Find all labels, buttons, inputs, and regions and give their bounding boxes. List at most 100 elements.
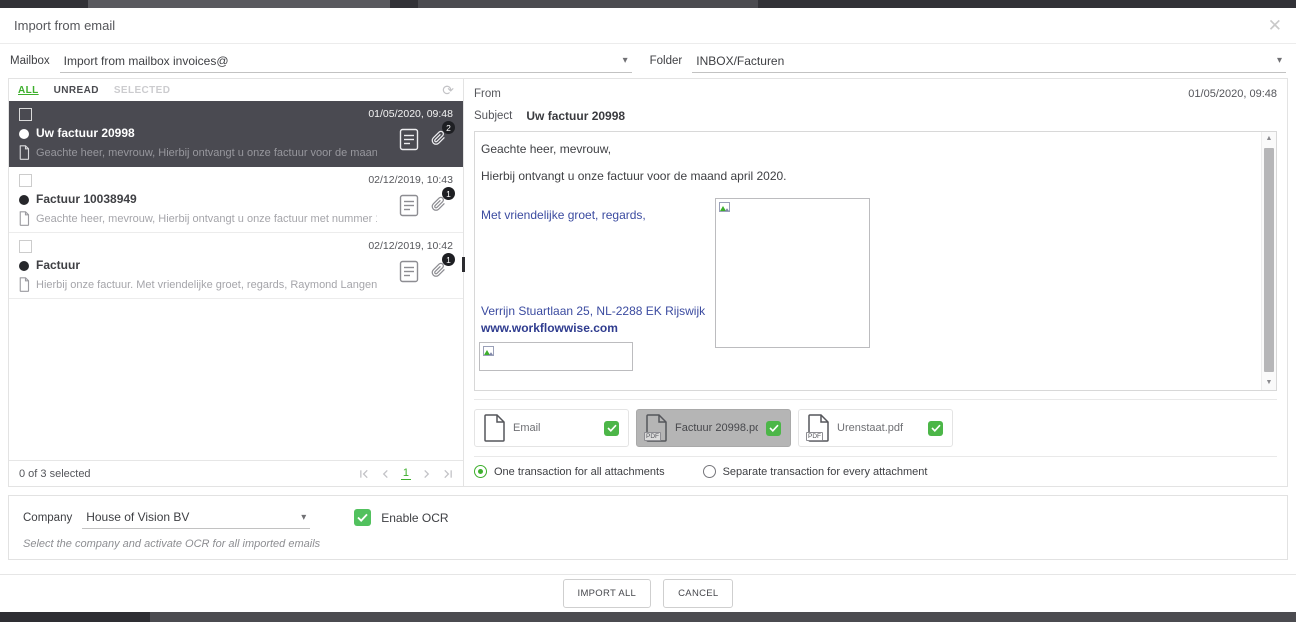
- panel-divider-handle[interactable]: [462, 257, 465, 272]
- mailbox-label: Mailbox: [10, 55, 50, 67]
- cancel-button[interactable]: CANCEL: [663, 579, 733, 608]
- radio-selected-icon: [474, 465, 487, 478]
- dialog-footer: IMPORT ALL CANCEL: [0, 574, 1296, 612]
- email-checkbox[interactable]: [19, 240, 32, 253]
- radio-one-transaction[interactable]: One transaction for all attachments: [474, 465, 665, 478]
- attachment-count-badge: 1: [442, 187, 455, 200]
- company-hint: Select the company and activate OCR for …: [23, 538, 1273, 550]
- enable-ocr-label: Enable OCR: [381, 511, 448, 525]
- email-list-tabs: ALL UNREAD SELECTED ⟳: [9, 79, 463, 101]
- email-preview-panel: From 01/05/2020, 09:48 Subject Uw factuu…: [464, 79, 1287, 486]
- body-greeting: Geachte heer, mevrouw,: [481, 142, 611, 156]
- chevron-down-icon: ▾: [301, 512, 306, 523]
- attachment-count-badge: 1: [442, 253, 455, 266]
- radio-label: One transaction for all attachments: [494, 466, 665, 478]
- close-icon[interactable]: ✕: [1268, 17, 1282, 34]
- attachment-checkbox-checked[interactable]: [928, 421, 943, 436]
- tab-unread[interactable]: UNREAD: [54, 85, 99, 96]
- email-date: 02/12/2019, 10:42: [368, 240, 453, 252]
- attachment-checkbox-checked[interactable]: [604, 421, 619, 436]
- subject-value: Uw factuur 20998: [526, 109, 625, 123]
- email-title: Uw factuur 20998: [36, 126, 135, 140]
- email-list-item[interactable]: 02/12/2019, 10:43 Factuur 10038949 Geach…: [9, 167, 463, 233]
- unread-dot-icon: [19, 195, 29, 205]
- document-icon: [399, 194, 419, 217]
- enable-ocr-checkbox-checked[interactable]: [354, 509, 371, 526]
- tab-selected[interactable]: SELECTED: [114, 85, 171, 96]
- background-page-bottom-segment: [150, 612, 1296, 622]
- page-icon: [18, 145, 30, 160]
- prev-page-icon[interactable]: [381, 469, 390, 479]
- body-address: Verrijn Stuartlaan 25, NL-2288 EK Rijswi…: [481, 304, 705, 318]
- pdf-file-icon: PDF: [645, 414, 667, 442]
- body-line: Hierbij ontvangt u onze factuur voor de …: [481, 169, 787, 183]
- body-signoff: Met vriendelijke groet, regards,: [481, 208, 646, 222]
- email-list-item[interactable]: 01/05/2020, 09:48 Uw factuur 20998 Geach…: [9, 101, 463, 167]
- attachment-count-badge: 2: [442, 121, 455, 134]
- mailbox-value: Import from mailbox invoices@: [64, 54, 229, 68]
- scroll-up-icon[interactable]: ▲: [1262, 132, 1276, 146]
- import-all-button[interactable]: IMPORT ALL: [563, 579, 652, 608]
- company-select[interactable]: House of Vision BV ▾: [82, 506, 310, 529]
- email-date: 02/12/2019, 10:43: [368, 174, 453, 186]
- transaction-options: One transaction for all attachments Sepa…: [474, 456, 1277, 486]
- refresh-icon[interactable]: ⟳: [442, 82, 454, 99]
- scroll-down-icon[interactable]: ▼: [1262, 376, 1276, 390]
- document-icon: [399, 128, 419, 151]
- from-row: From 01/05/2020, 09:48: [474, 79, 1277, 105]
- pdf-label: PDF: [644, 432, 661, 441]
- radio-label: Separate transaction for every attachmen…: [723, 466, 928, 478]
- preview-date: 01/05/2020, 09:48: [1188, 88, 1277, 100]
- email-preview-text: Hierbij onze factuur. Met vriendelijke g…: [36, 279, 377, 291]
- screen: Import from email ✕ Mailbox Import from …: [0, 0, 1296, 622]
- page-icon: [18, 211, 30, 226]
- next-page-icon[interactable]: [422, 469, 431, 479]
- email-title: Factuur 10038949: [36, 192, 137, 206]
- attachment-name: Factuur 20998.pdf: [675, 422, 758, 434]
- attachment-card-pdf[interactable]: PDF Factuur 20998.pdf: [636, 409, 791, 447]
- body-website[interactable]: www.workflowwise.com: [481, 321, 618, 335]
- dialog-header: Import from email ✕: [0, 8, 1296, 44]
- page-icon: [18, 277, 30, 292]
- first-page-icon[interactable]: [359, 469, 370, 479]
- last-page-icon[interactable]: [442, 469, 453, 479]
- email-preview-text: Geachte heer, mevrouw, Hierbij ontvangt …: [36, 147, 377, 159]
- email-list-item[interactable]: 02/12/2019, 10:42 Factuur Hierbij onze f…: [9, 233, 463, 299]
- page-number[interactable]: 1: [401, 467, 411, 480]
- email-checkbox[interactable]: [19, 108, 32, 121]
- email-title: Factuur: [36, 258, 80, 272]
- body-scrollbar[interactable]: ▲ ▼: [1261, 132, 1276, 390]
- main-area: ALL UNREAD SELECTED ⟳ 01/05/2020, 09:48 …: [8, 78, 1288, 487]
- chevron-down-icon: ▾: [1277, 55, 1282, 66]
- attachment-card-email[interactable]: Email: [474, 409, 629, 447]
- mailbox-toolbar: Mailbox Import from mailbox invoices@ ▾ …: [0, 44, 1296, 78]
- selection-summary: 0 of 3 selected: [19, 468, 91, 480]
- folder-select[interactable]: INBOX/Facturen ▾: [692, 50, 1286, 73]
- background-page-top: [418, 0, 758, 8]
- background-page-bottom: [0, 612, 1296, 622]
- paperclip-icon: 1: [431, 194, 449, 218]
- mailbox-select[interactable]: Import from mailbox invoices@ ▾: [60, 50, 632, 73]
- scrollbar-thumb[interactable]: [1264, 148, 1274, 372]
- attachment-name: Urenstaat.pdf: [837, 422, 920, 434]
- unread-dot-icon: [19, 129, 29, 139]
- company-label: Company: [23, 512, 72, 524]
- folder-label: Folder: [650, 55, 683, 67]
- email-preview-text: Geachte heer, mevrouw, Hierbij ontvangt …: [36, 213, 377, 225]
- email-date: 01/05/2020, 09:48: [368, 108, 453, 120]
- subject-label: Subject: [474, 110, 512, 122]
- attachment-card-pdf[interactable]: PDF Urenstaat.pdf: [798, 409, 953, 447]
- background-page-top: [88, 0, 390, 8]
- company-section: Company House of Vision BV ▾ Enable OCR …: [8, 495, 1288, 560]
- email-checkbox[interactable]: [19, 174, 32, 187]
- dialog-title: Import from email: [14, 18, 115, 33]
- pagination: 1: [359, 467, 453, 480]
- pdf-file-icon: PDF: [807, 414, 829, 442]
- folder-value: INBOX/Facturen: [696, 54, 784, 68]
- radio-separate-transaction[interactable]: Separate transaction for every attachmen…: [703, 465, 928, 478]
- attachment-name: Email: [513, 422, 596, 434]
- tab-all[interactable]: ALL: [18, 85, 39, 96]
- broken-image-icon: [483, 346, 496, 357]
- email-list-panel: ALL UNREAD SELECTED ⟳ 01/05/2020, 09:48 …: [9, 79, 464, 486]
- attachment-checkbox-checked[interactable]: [766, 421, 781, 436]
